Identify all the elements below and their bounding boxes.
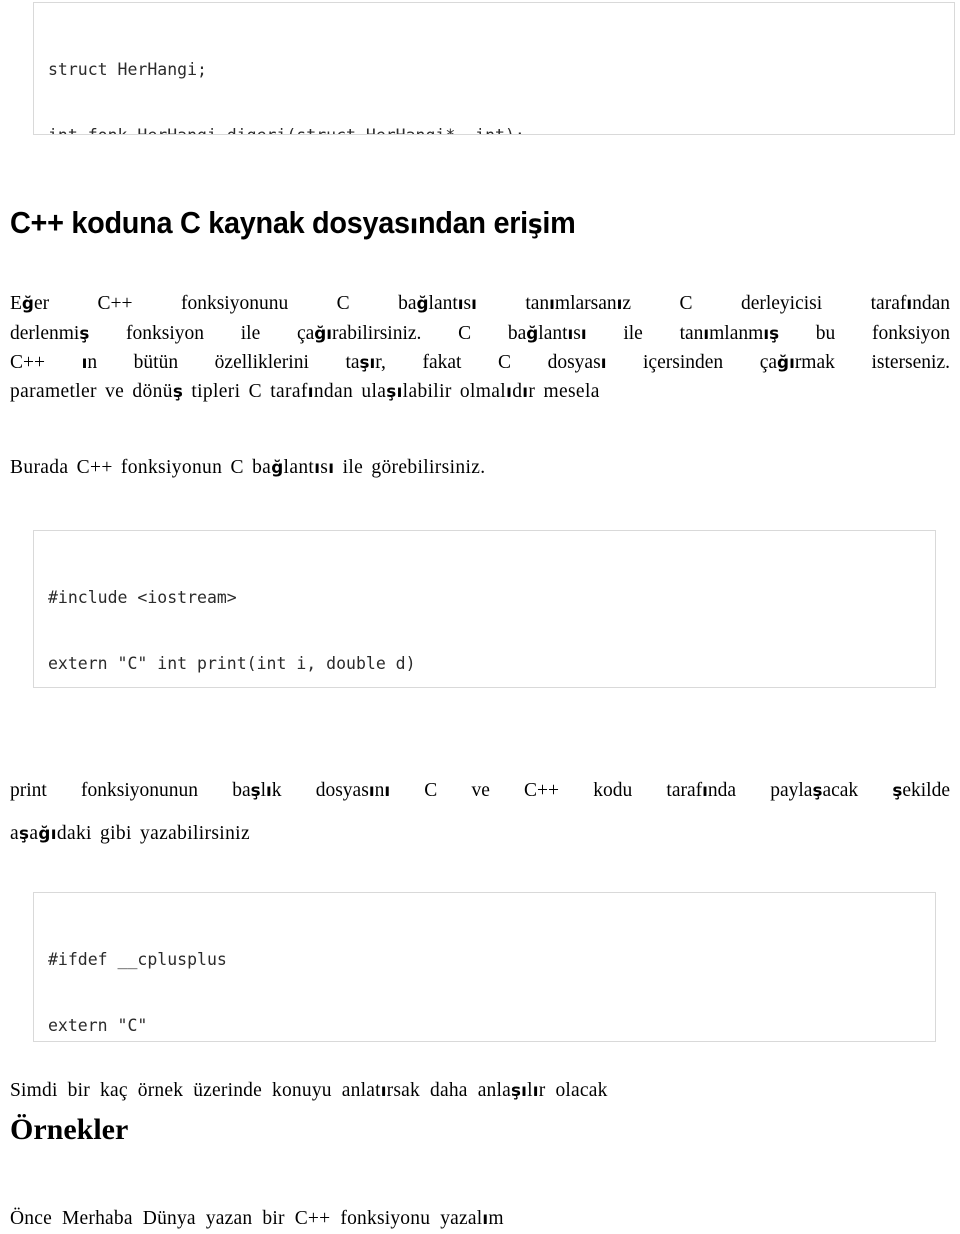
turkish-glyph: ı <box>307 381 314 401</box>
code-block-extern-c-print: #include <iostream> extern "C" int print… <box>33 530 936 688</box>
turkish-glyph: ı <box>50 823 57 843</box>
code-line: extern "C" int print(int i, double d) <box>48 654 416 673</box>
paragraph-3-line-2: aşağıdaki gibi yazabilirsiniz <box>10 821 250 846</box>
paragraph-1-line-3: C++ ın bütün özelliklerini taşır, fakat … <box>10 350 950 375</box>
turkish-glyph: ı <box>471 293 477 313</box>
paragraph-1-line-3-text: C++ ın bütün özelliklerini taşır, fakat … <box>10 352 950 373</box>
turkish-glyph: ş <box>79 323 90 343</box>
turkish-glyph: ı <box>409 209 418 240</box>
paragraph-3-line-1: print fonksiyonunun başlık dosyasını C v… <box>10 778 950 803</box>
turkish-glyph: ı <box>314 457 321 477</box>
turkish-glyph: ı <box>600 352 607 372</box>
turkish-glyph: ğ <box>314 323 327 343</box>
turkish-glyph: ı <box>580 323 587 343</box>
code-line: extern "C" <box>48 1016 148 1035</box>
turkish-glyph: ğ <box>777 352 790 372</box>
turkish-glyph: ş <box>769 323 780 343</box>
page-title: C++ koduna C kaynak dosyasından erişim <box>10 205 576 243</box>
turkish-glyph: ı <box>906 293 913 313</box>
turkish-glyph: ı <box>368 780 375 800</box>
turkish-glyph: ş <box>19 823 30 843</box>
turkish-glyph: ı <box>616 293 623 313</box>
section-heading-ornekler-text: Örnekler <box>10 1113 129 1146</box>
section-heading-ornekler: Örnekler <box>10 1113 128 1147</box>
turkish-glyph: ı <box>369 352 376 372</box>
turkish-glyph: ı <box>789 352 795 372</box>
paragraph-1-line-2-text: derlenmiş fonksiyon ile çağırabilirsiniz… <box>10 323 950 344</box>
turkish-glyph: ğ <box>416 293 429 313</box>
turkish-glyph: ş <box>527 209 543 240</box>
paragraph-2-line-1: Burada C++ fonksiyonun C bağlantısı ile … <box>10 455 485 480</box>
paragraph-1-line-1-text: Eğer C++ fonksiyonunu C bağlantısı tanım… <box>10 293 950 314</box>
code-line: #include <iostream> <box>48 588 237 607</box>
turkish-glyph: ı <box>396 381 403 401</box>
paragraph-3-line-1-text: print fonksiyonunun başlık dosyasını C v… <box>10 780 950 801</box>
code-block-her-hangi: struct HerHangi; int fonk_HerHangi_diger… <box>33 2 955 135</box>
turkish-glyph: ş <box>812 780 823 800</box>
turkish-glyph: ş <box>250 780 261 800</box>
turkish-glyph: ı <box>482 1208 489 1228</box>
code-line: struct HerHangi; <box>48 60 207 79</box>
turkish-glyph: ı <box>328 457 335 477</box>
paragraph-3-line-2-text: aşağıdaki gibi yazabilirsiniz <box>10 823 250 844</box>
turkish-glyph: ş <box>386 381 397 401</box>
turkish-glyph: ı <box>266 780 272 800</box>
code-block-ifdef-cplusplus: #ifdef __cplusplus extern "C" #endif int… <box>33 892 936 1042</box>
paragraph-4-line-1-text: Simdi bir kaç örnek üzerinde konuyu anla… <box>10 1080 608 1101</box>
paragraph-1-line-1: Eğer C++ fonksiyonunu C bağlantısı tanım… <box>10 291 950 316</box>
turkish-glyph: ğ <box>21 293 34 313</box>
code-line: int fonk_HerHangi_digeri(struct HerHangi… <box>48 125 954 134</box>
turkish-glyph: ı <box>532 1080 539 1100</box>
turkish-glyph: ş <box>892 780 903 800</box>
turkish-glyph: ş <box>172 381 184 401</box>
turkish-glyph: ı <box>506 381 513 401</box>
turkish-glyph: ı <box>703 323 710 343</box>
paragraph-2-line-1-text: Burada C++ fonksiyonun C bağlantısı ile … <box>10 457 486 478</box>
turkish-glyph: ı <box>702 780 708 800</box>
turkish-glyph: ğ <box>271 457 284 477</box>
document-page: struct HerHangi; int fonk_HerHangi_diger… <box>0 0 960 1234</box>
turkish-glyph: ı <box>326 323 333 343</box>
turkish-glyph: ı <box>521 1080 528 1100</box>
paragraph-1-line-4: parametler ve dönüş tipleri C tarafından… <box>10 379 600 404</box>
paragraph-4-line-1: Simdi bir kaç örnek üzerinde konuyu anla… <box>10 1078 608 1103</box>
code-line: #ifdef __cplusplus <box>48 950 227 969</box>
paragraph-5-line-1-text: Önce Merhaba Dünya yazan bir C++ fonksiy… <box>10 1208 504 1229</box>
turkish-glyph: ğ <box>526 323 539 343</box>
turkish-glyph: ı <box>457 293 464 313</box>
turkish-glyph: ı <box>384 780 391 800</box>
turkish-glyph: ı <box>549 293 555 313</box>
turkish-glyph: ı <box>81 352 88 372</box>
turkish-glyph: ı <box>522 381 529 401</box>
paragraph-1-line-2: derlenmiş fonksiyon ile çağırabilirsiniz… <box>10 321 950 346</box>
turkish-glyph: ğ <box>38 823 51 843</box>
turkish-glyph: ş <box>359 352 370 372</box>
turkish-glyph: ı <box>380 1080 387 1100</box>
paragraph-5-line-1: Önce Merhaba Dünya yazan bir C++ fonksiy… <box>10 1206 504 1231</box>
paragraph-1-line-4-text: parametler ve dönüş tipleri C tarafından… <box>10 381 600 402</box>
turkish-glyph: ı <box>567 323 574 343</box>
page-title-text: C++ koduna C kaynak dosyasından erişim <box>10 205 576 240</box>
turkish-glyph: ş <box>510 1080 522 1100</box>
